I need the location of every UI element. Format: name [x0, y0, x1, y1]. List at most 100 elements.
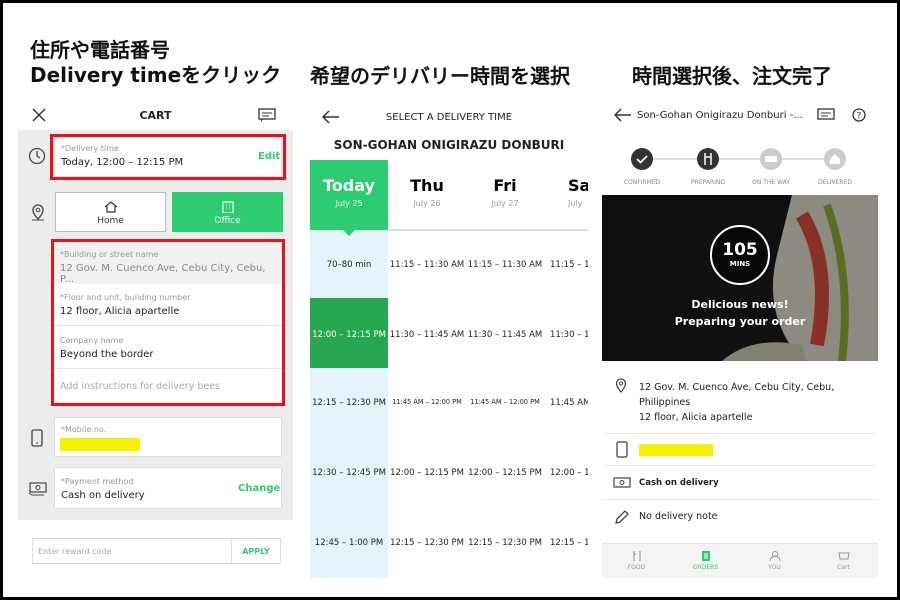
svg-text:?: ? — [857, 112, 862, 122]
phone-redacted-block — [639, 444, 713, 456]
payment-label: *Payment method — [61, 477, 134, 486]
clock-icon — [28, 147, 46, 165]
time-slot[interactable]: 11:30 – 11:45 AM — [388, 330, 466, 340]
status-message-title: Delicious news! — [691, 298, 789, 311]
address-text: 12 Gov. M. Cuenco Ave, Cebu City, Cebu, … — [639, 380, 834, 425]
schedule-screen: SELECT A DELIVERY TIME SON-GOHAN ONIGIRA… — [310, 100, 588, 578]
day-name: Today — [323, 176, 375, 195]
office-building-icon — [221, 201, 234, 214]
day-tab-thu[interactable]: Thu July 26 — [388, 160, 466, 230]
orders-list-icon — [701, 551, 710, 561]
delivery-address-row: 12 Gov. M. Cuenco Ave, Cebu City, Cebu, … — [602, 368, 878, 434]
time-slot[interactable]: 12:00 – 12:15 PM — [388, 468, 466, 478]
reward-placeholder: Enter reward code — [38, 547, 112, 556]
payment-method-text: Cash on delivery — [639, 478, 719, 488]
time-slot[interactable]: 11:45 AM – 12:00 PM — [466, 398, 544, 406]
step-label-preparing: PREPARING — [691, 179, 725, 186]
chat-icon[interactable] — [258, 108, 276, 122]
step-confirmed-icon — [631, 148, 653, 170]
address-line-1: 12 Gov. M. Cuenco Ave, Cebu City, Cebu, — [639, 382, 835, 393]
day-name: Thu — [410, 176, 444, 195]
day-tab-today[interactable]: Today July 25 — [310, 160, 388, 230]
cart-header: CART — [18, 100, 293, 130]
mobile-field[interactable]: *Mobile no. — [54, 417, 282, 457]
home-label: Home — [97, 216, 124, 226]
pencil-icon — [615, 510, 629, 524]
change-payment-button[interactable]: Change — [238, 483, 280, 494]
help-icon[interactable]: ? — [852, 108, 866, 122]
address-office-button[interactable]: Office — [172, 192, 283, 232]
tab-label: YOU — [768, 564, 781, 571]
tab-food[interactable]: FOOD — [602, 550, 671, 571]
phone-icon — [616, 441, 628, 458]
tab-you[interactable]: YOU — [740, 550, 809, 571]
phone-icon — [31, 429, 43, 447]
tab-label: Cart — [837, 564, 850, 571]
time-slot[interactable]: 12:15 – 12:30 PM — [466, 538, 544, 548]
time-slot[interactable]: 70–80 min — [310, 260, 388, 270]
time-slot[interactable]: 12:15 – 12:30 PM — [388, 538, 466, 548]
chat-icon[interactable] — [817, 108, 835, 122]
tab-orders[interactable]: ORDERS — [671, 550, 740, 571]
step-on-the-way-icon — [760, 148, 782, 170]
selected-day-pointer — [343, 230, 355, 236]
payment-row: Cash on delivery — [602, 466, 878, 500]
time-slot[interactable]: 11:30 – 1 — [544, 330, 588, 340]
time-slot[interactable]: 12:15 – 1 — [544, 538, 588, 548]
address-line-3: 12 floor, Alicia apartelle — [639, 412, 753, 423]
location-pin-icon — [32, 204, 44, 221]
time-slot[interactable]: 11:15 – 11:30 AM — [466, 260, 544, 270]
time-slot[interactable]: 12:00 – 12:15 PM — [310, 330, 388, 340]
day-date: July 26 — [413, 199, 441, 208]
time-slot[interactable]: 12:00 – 1 — [544, 468, 588, 478]
restaurant-name: SON-GOHAN ONIGIRAZU DONBURI — [333, 138, 565, 152]
delivery-note-row: No delivery note — [602, 500, 878, 534]
tab-cart[interactable]: Cart — [809, 550, 878, 571]
day-tab-sat[interactable]: Sa July — [544, 160, 588, 230]
day-tab-fri[interactable]: Fri July 27 — [466, 160, 544, 230]
countdown-unit: MINS — [729, 260, 751, 268]
time-slot[interactable]: 11:15 – 1 — [544, 260, 588, 270]
time-slot[interactable]: 11:30 – 11:45 AM — [466, 330, 544, 340]
delivery-note-text: No delivery note — [639, 511, 718, 522]
user-icon — [769, 551, 780, 562]
caption-1-line-2: Delivery timeをクリック — [30, 63, 282, 87]
day-name: Sa — [568, 176, 588, 195]
tab-label: ORDERS — [692, 564, 719, 571]
phone-row — [602, 434, 878, 466]
apply-reward-button[interactable]: APPLY — [231, 538, 281, 564]
step-preparing-icon — [697, 148, 719, 170]
cart-screen: CART *Delivery time Today, 12:00 – 12:15… — [18, 100, 293, 575]
cart-icon — [837, 552, 850, 560]
home-icon — [104, 201, 117, 213]
payment-value: Cash on delivery — [61, 490, 145, 501]
reward-code-input[interactable]: Enter reward code — [32, 538, 232, 564]
day-date: July 27 — [491, 199, 519, 208]
caption-3: 時間選択後、注文完了 — [632, 64, 832, 88]
day-date: July — [568, 199, 583, 208]
progress-track — [642, 158, 837, 160]
time-slot[interactable]: 11:15 – 11:30 AM — [388, 260, 466, 270]
time-slot[interactable]: 11:45 AM – — [544, 398, 588, 408]
cash-icon — [28, 482, 47, 496]
schedule-title: SELECT A DELIVERY TIME — [385, 112, 513, 123]
countdown-minutes: 105 — [722, 240, 758, 260]
cart-title: CART — [139, 109, 172, 122]
order-status-screen: Son-Gohan Onigirazu Donburi -... ? CONFI… — [602, 100, 878, 578]
time-slot[interactable]: 12:45 – 1:00 PM — [310, 538, 388, 548]
step-label-on-the-way: ON THE WAY — [752, 179, 790, 186]
time-slot[interactable]: 12:30 – 12:45 PM — [310, 468, 388, 478]
address-home-button[interactable]: Home — [55, 192, 166, 232]
day-name: Fri — [493, 176, 517, 195]
time-slot[interactable]: 12:00 – 12:15 PM — [466, 468, 544, 478]
location-pin-icon — [615, 378, 627, 393]
countdown-timer: 105 MINS — [710, 225, 770, 285]
order-title: Son-Gohan Onigirazu Donburi -... — [637, 110, 803, 121]
highlight-box-address — [51, 239, 285, 406]
day-date: July 25 — [335, 199, 363, 208]
time-slot[interactable]: 11:45 AM – 12:00 PM — [388, 398, 466, 406]
back-arrow-icon[interactable] — [614, 108, 632, 122]
payment-method-field[interactable]: *Payment method Cash on delivery Change — [54, 467, 282, 509]
highlight-box-delivery-time — [50, 134, 286, 180]
time-slot[interactable]: 12:15 – 12:30 PM — [310, 398, 388, 408]
